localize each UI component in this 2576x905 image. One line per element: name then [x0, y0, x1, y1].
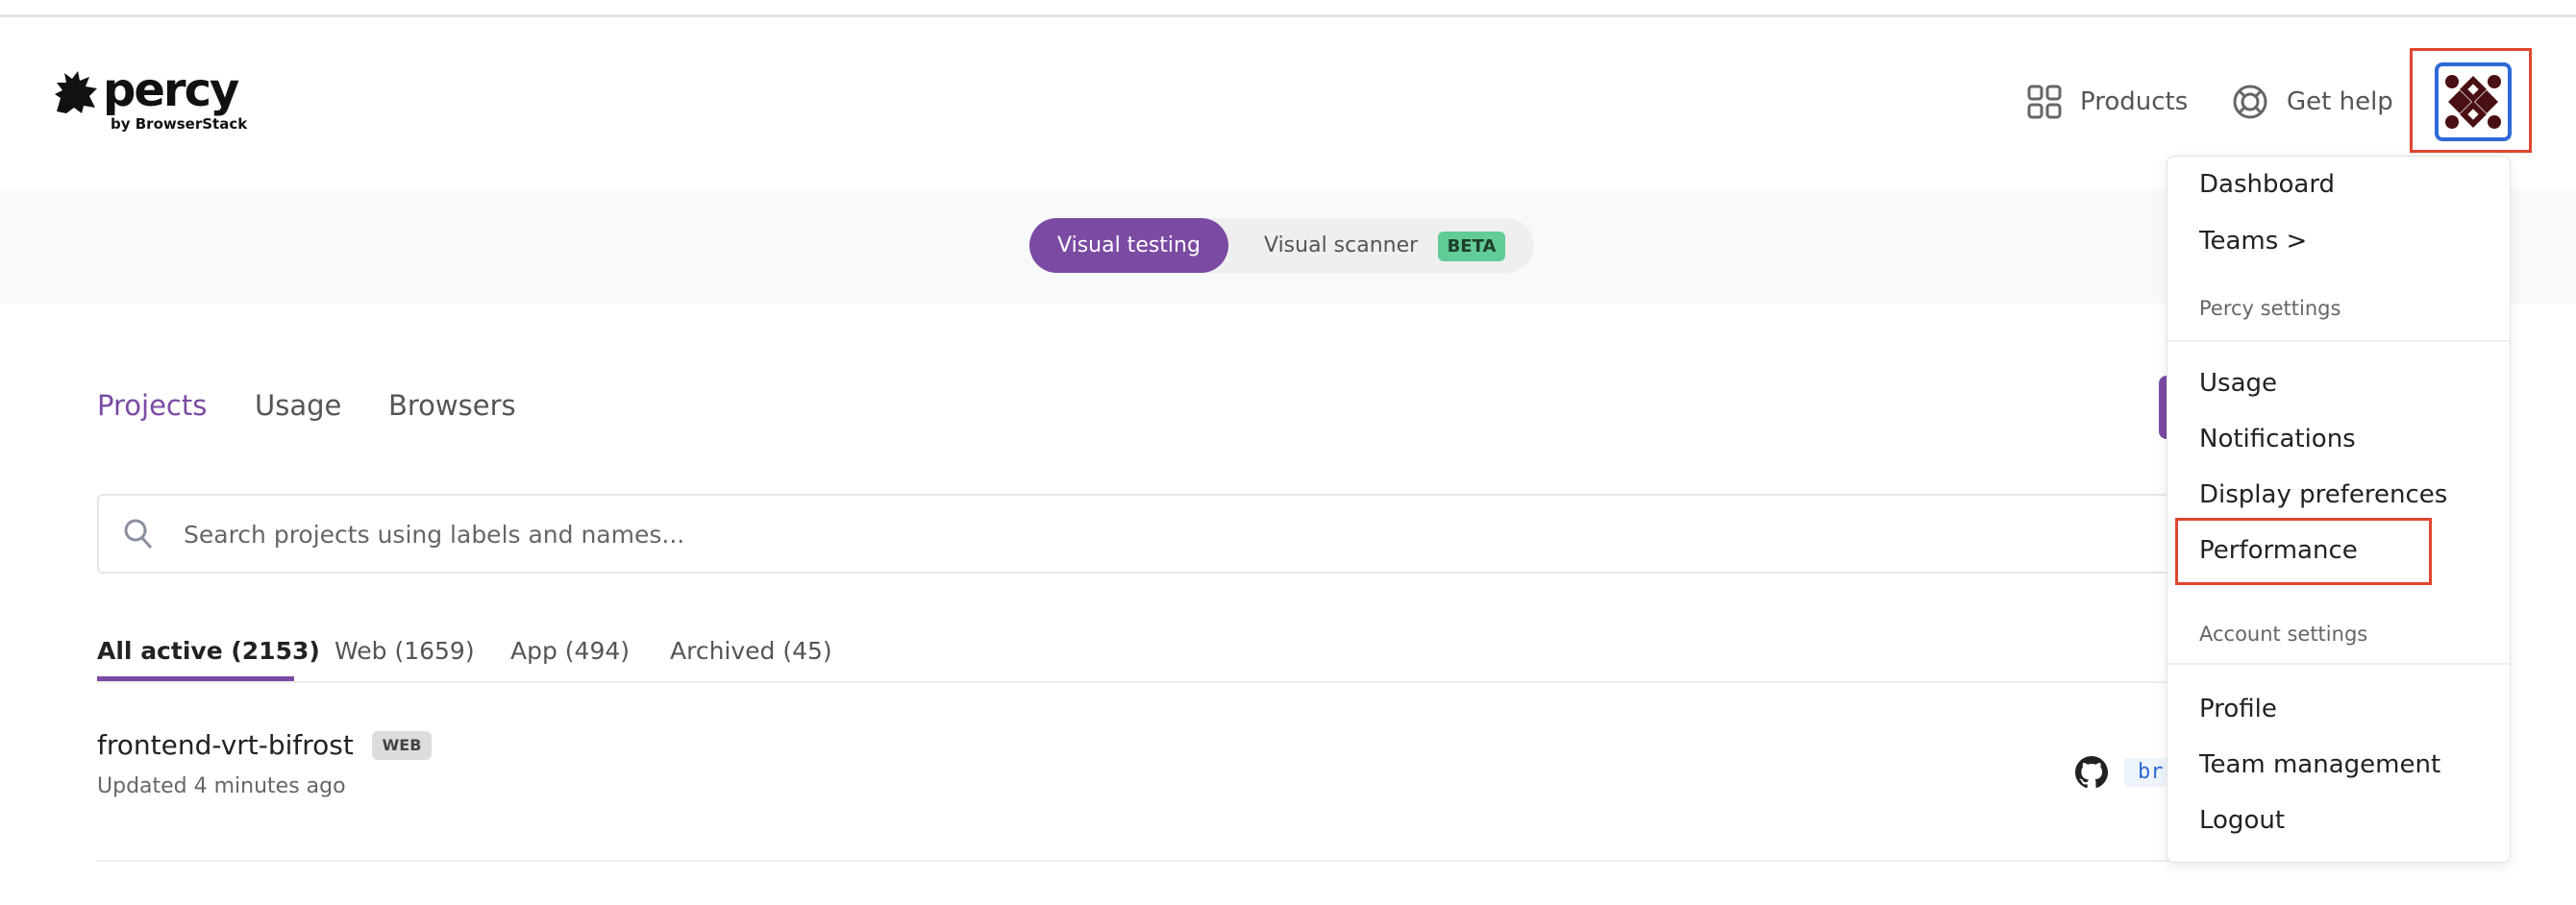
- row-divider: [97, 860, 2212, 862]
- beta-badge: BETA: [1438, 232, 1505, 261]
- percy-settings-header: Percy settings: [2199, 297, 2341, 320]
- filter-web[interactable]: Web (1659): [334, 636, 475, 667]
- search-box: [97, 494, 2212, 574]
- tab-browsers[interactable]: Browsers: [388, 388, 516, 423]
- hedgehog-icon: [55, 71, 97, 113]
- menu-item-usage[interactable]: Usage: [2199, 367, 2277, 400]
- filter-app[interactable]: App (494): [510, 636, 630, 667]
- top-border: [0, 14, 2576, 17]
- grid-icon[interactable]: [2027, 85, 2062, 119]
- github-icon: [2075, 756, 2108, 789]
- visual-scanner-toggle[interactable]: Visual scanner: [1264, 218, 1418, 273]
- menu-item-display-preferences[interactable]: Display preferences: [2199, 478, 2447, 511]
- get-help-button[interactable]: Get help: [2287, 85, 2393, 119]
- search-icon: [124, 519, 153, 550]
- user-dropdown-menu: Dashboard Teams > Percy settings Usage N…: [2167, 156, 2511, 863]
- menu-item-logout[interactable]: Logout: [2199, 804, 2285, 837]
- visual-testing-toggle[interactable]: Visual testing: [1029, 218, 1228, 273]
- project-type-badge: WEB: [372, 731, 432, 760]
- filter-archived[interactable]: Archived (45): [670, 636, 832, 667]
- menu-divider: [2167, 340, 2510, 342]
- menu-item-profile[interactable]: Profile: [2199, 693, 2277, 725]
- logo-wordmark: percy: [103, 63, 239, 117]
- menu-item-performance[interactable]: Performance: [2199, 534, 2358, 567]
- tab-usage[interactable]: Usage: [255, 388, 341, 423]
- logo-subtitle: by BrowserStack: [111, 115, 248, 133]
- tabs-divider: [97, 681, 2212, 683]
- mode-toggle: Visual testing Visual scanner BETA: [1029, 218, 1534, 273]
- avatar-pattern-icon: [2440, 69, 2506, 135]
- menu-item-team-management[interactable]: Team management: [2199, 748, 2440, 781]
- menu-item-teams[interactable]: Teams >: [2199, 225, 2307, 257]
- menu-item-notifications[interactable]: Notifications: [2199, 423, 2356, 455]
- menu-item-dashboard[interactable]: Dashboard: [2199, 168, 2335, 201]
- search-input[interactable]: [184, 515, 1914, 553]
- account-settings-header: Account settings: [2199, 623, 2368, 646]
- filter-all-active[interactable]: All active (2153): [97, 636, 320, 667]
- tab-projects[interactable]: Projects: [97, 388, 207, 423]
- products-button[interactable]: Products: [2080, 85, 2188, 119]
- user-avatar[interactable]: [2435, 62, 2512, 141]
- percy-logo[interactable]: percy by BrowserStack: [53, 63, 248, 135]
- lifebuoy-icon[interactable]: [2232, 84, 2268, 120]
- menu-divider: [2167, 663, 2510, 665]
- project-name-link[interactable]: frontend-vrt-bifrost: [97, 728, 354, 763]
- project-updated-time: Updated 4 minutes ago: [97, 774, 346, 798]
